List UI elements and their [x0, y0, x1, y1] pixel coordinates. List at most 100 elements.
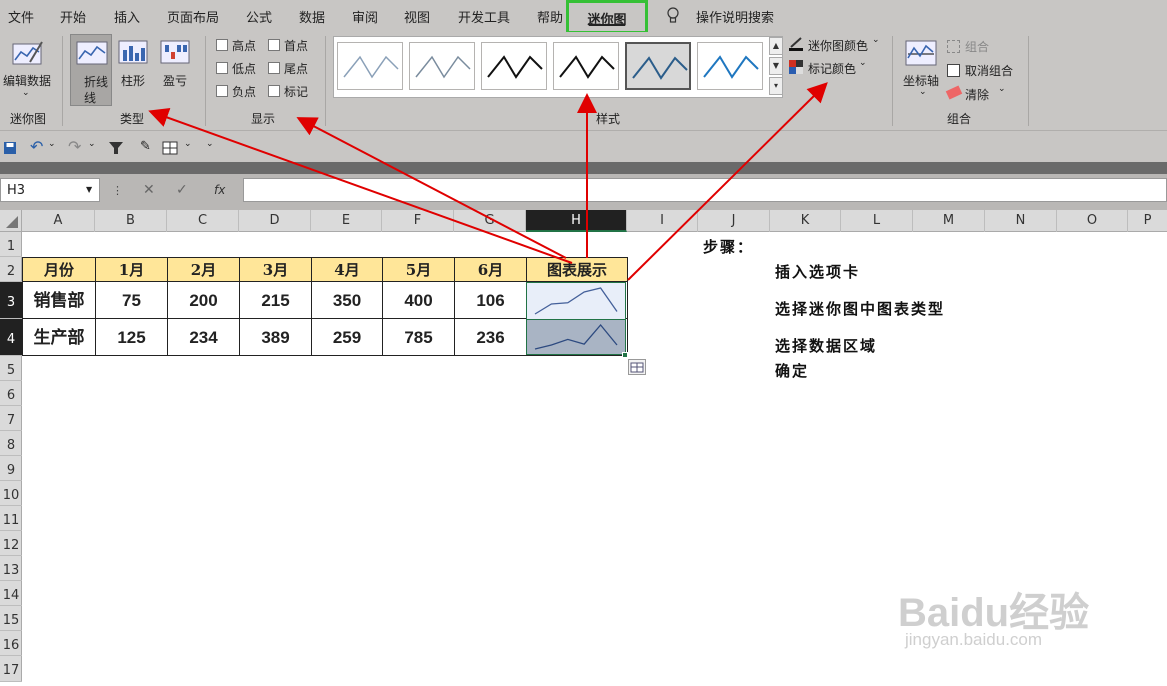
last-point-checkbox[interactable] — [268, 62, 280, 74]
high-point-checkbox[interactable] — [216, 39, 228, 51]
redo-icon[interactable]: ↷ — [68, 137, 81, 156]
table-cell[interactable]: 236 — [454, 318, 527, 356]
table-header-cell[interactable]: 3月 — [239, 257, 312, 282]
column-header-m[interactable]: M — [913, 210, 985, 232]
row-header-6[interactable]: 6 — [0, 381, 22, 406]
menu-formulas[interactable]: 公式 — [246, 7, 272, 26]
table-cell[interactable]: 75 — [95, 281, 168, 319]
style-thumb-2[interactable] — [409, 42, 475, 90]
table-cell[interactable]: 785 — [382, 318, 455, 356]
row-header-9[interactable]: 9 — [0, 456, 22, 481]
save-icon[interactable] — [3, 141, 17, 158]
row-header-13[interactable]: 13 — [0, 556, 22, 581]
enter-icon[interactable]: ✓ — [176, 182, 188, 198]
table-cell[interactable]: 215 — [239, 281, 312, 319]
chevron-down-icon[interactable]: ⌄ — [22, 88, 30, 98]
row-header-12[interactable]: 12 — [0, 531, 22, 556]
negative-point-checkbox[interactable] — [216, 85, 228, 97]
insert-function-button[interactable]: fx — [214, 183, 225, 197]
column-header-i[interactable]: I — [627, 210, 698, 232]
first-point-checkbox[interactable] — [268, 39, 280, 51]
menu-developer[interactable]: 开发工具 — [458, 7, 510, 26]
table-row-label[interactable]: 销售部 — [22, 281, 96, 319]
format-painter-icon[interactable]: ✎ — [140, 139, 151, 154]
menu-home[interactable]: 开始 — [60, 7, 86, 26]
table-header-cell[interactable]: 月份 — [22, 257, 96, 282]
column-header-c[interactable]: C — [167, 210, 239, 232]
table-cell[interactable]: 106 — [454, 281, 527, 319]
column-header-l[interactable]: L — [841, 210, 913, 232]
table-header-cell[interactable]: 1月 — [95, 257, 168, 282]
column-header-g[interactable]: G — [454, 210, 526, 232]
style-thumb-4[interactable] — [553, 42, 619, 90]
table-header-cell[interactable]: 图表展示 — [526, 257, 628, 282]
sparkline-cell-sales[interactable] — [526, 282, 626, 320]
row-header-1[interactable]: 1 — [0, 232, 22, 257]
edit-data-icon[interactable] — [12, 38, 44, 71]
table-cell[interactable]: 259 — [311, 318, 383, 356]
table-header-cell[interactable]: 2月 — [167, 257, 240, 282]
fill-handle[interactable] — [622, 352, 628, 358]
chevron-down-icon[interactable]: ⌄ — [998, 84, 1006, 94]
name-box[interactable]: H3 — [0, 178, 100, 202]
column-header-a[interactable]: A — [22, 210, 95, 232]
column-header-n[interactable]: N — [985, 210, 1057, 232]
table-header-cell[interactable]: 4月 — [311, 257, 383, 282]
menu-review[interactable]: 审阅 — [352, 7, 378, 26]
row-header-4[interactable]: 4 — [0, 319, 22, 356]
table-header-cell[interactable]: 6月 — [454, 257, 527, 282]
sparkline-cell-production[interactable] — [526, 319, 626, 355]
menu-page-layout[interactable]: 页面布局 — [167, 7, 219, 26]
row-header-2[interactable]: 2 — [0, 257, 22, 282]
column-header-o[interactable]: O — [1057, 210, 1128, 232]
sparkline-color-button[interactable]: 迷你图颜色 — [808, 37, 868, 54]
table-cell[interactable]: 389 — [239, 318, 312, 356]
style-thumb-6[interactable] — [697, 42, 763, 90]
column-header-b[interactable]: B — [95, 210, 167, 232]
edit-data-button[interactable]: 编辑数据 — [3, 72, 51, 89]
select-all-button[interactable] — [0, 210, 22, 232]
chevron-down-icon[interactable]: ▼ — [86, 185, 92, 194]
column-header-d[interactable]: D — [239, 210, 311, 232]
row-header-17[interactable]: 17 — [0, 656, 22, 682]
chevron-down-icon[interactable]: ⌄ — [872, 35, 880, 45]
undo-icon[interactable]: ↶ — [30, 137, 43, 156]
menu-file[interactable]: 文件 — [8, 7, 34, 26]
tab-sparkline[interactable]: 迷你图 — [566, 0, 648, 34]
table-cell[interactable]: 125 — [95, 318, 168, 356]
row-header-10[interactable]: 10 — [0, 481, 22, 506]
column-type-button[interactable]: 柱形 — [121, 72, 145, 89]
column-header-h[interactable]: H — [526, 210, 627, 232]
formula-input[interactable] — [243, 178, 1167, 202]
style-thumb-3[interactable] — [481, 42, 547, 90]
style-thumb-5-selected[interactable] — [625, 42, 691, 90]
row-header-3[interactable]: 3 — [0, 282, 22, 319]
winloss-type-button[interactable]: 盈亏 — [163, 72, 187, 89]
chevron-down-icon[interactable]: ⌄ — [184, 139, 192, 149]
filter-icon[interactable] — [108, 141, 124, 158]
table-cell[interactable]: 200 — [167, 281, 240, 319]
gallery-more-button[interactable]: ▾ — [769, 77, 783, 95]
gallery-down-button[interactable]: ▼ — [769, 57, 783, 75]
cancel-icon[interactable]: ✕ — [143, 182, 155, 198]
column-header-f[interactable]: F — [382, 210, 454, 232]
quick-analysis-icon[interactable] — [628, 359, 646, 375]
winloss-chart-icon[interactable] — [160, 40, 190, 67]
ungroup-button[interactable]: 取消组合 — [965, 62, 1013, 79]
table-row-label[interactable]: 生产部 — [22, 318, 96, 356]
column-header-p[interactable]: P — [1128, 210, 1167, 232]
column-header-j[interactable]: J — [698, 210, 770, 232]
table-cell[interactable]: 234 — [167, 318, 240, 356]
chevron-down-icon[interactable]: ⌄ — [919, 87, 927, 97]
marker-color-button[interactable]: 标记颜色 — [808, 60, 856, 77]
borders-icon[interactable] — [162, 141, 178, 158]
row-header-15[interactable]: 15 — [0, 606, 22, 631]
menu-view[interactable]: 视图 — [404, 7, 430, 26]
group-button[interactable]: 组合 — [965, 38, 989, 55]
chevron-down-icon[interactable]: ⌄ — [859, 58, 867, 68]
table-cell[interactable]: 350 — [311, 281, 383, 319]
table-header-cell[interactable]: 5月 — [382, 257, 455, 282]
style-thumb-1[interactable] — [337, 42, 403, 90]
search-tell-me[interactable]: 操作说明搜索 — [696, 7, 774, 26]
column-chart-icon[interactable] — [118, 40, 148, 67]
